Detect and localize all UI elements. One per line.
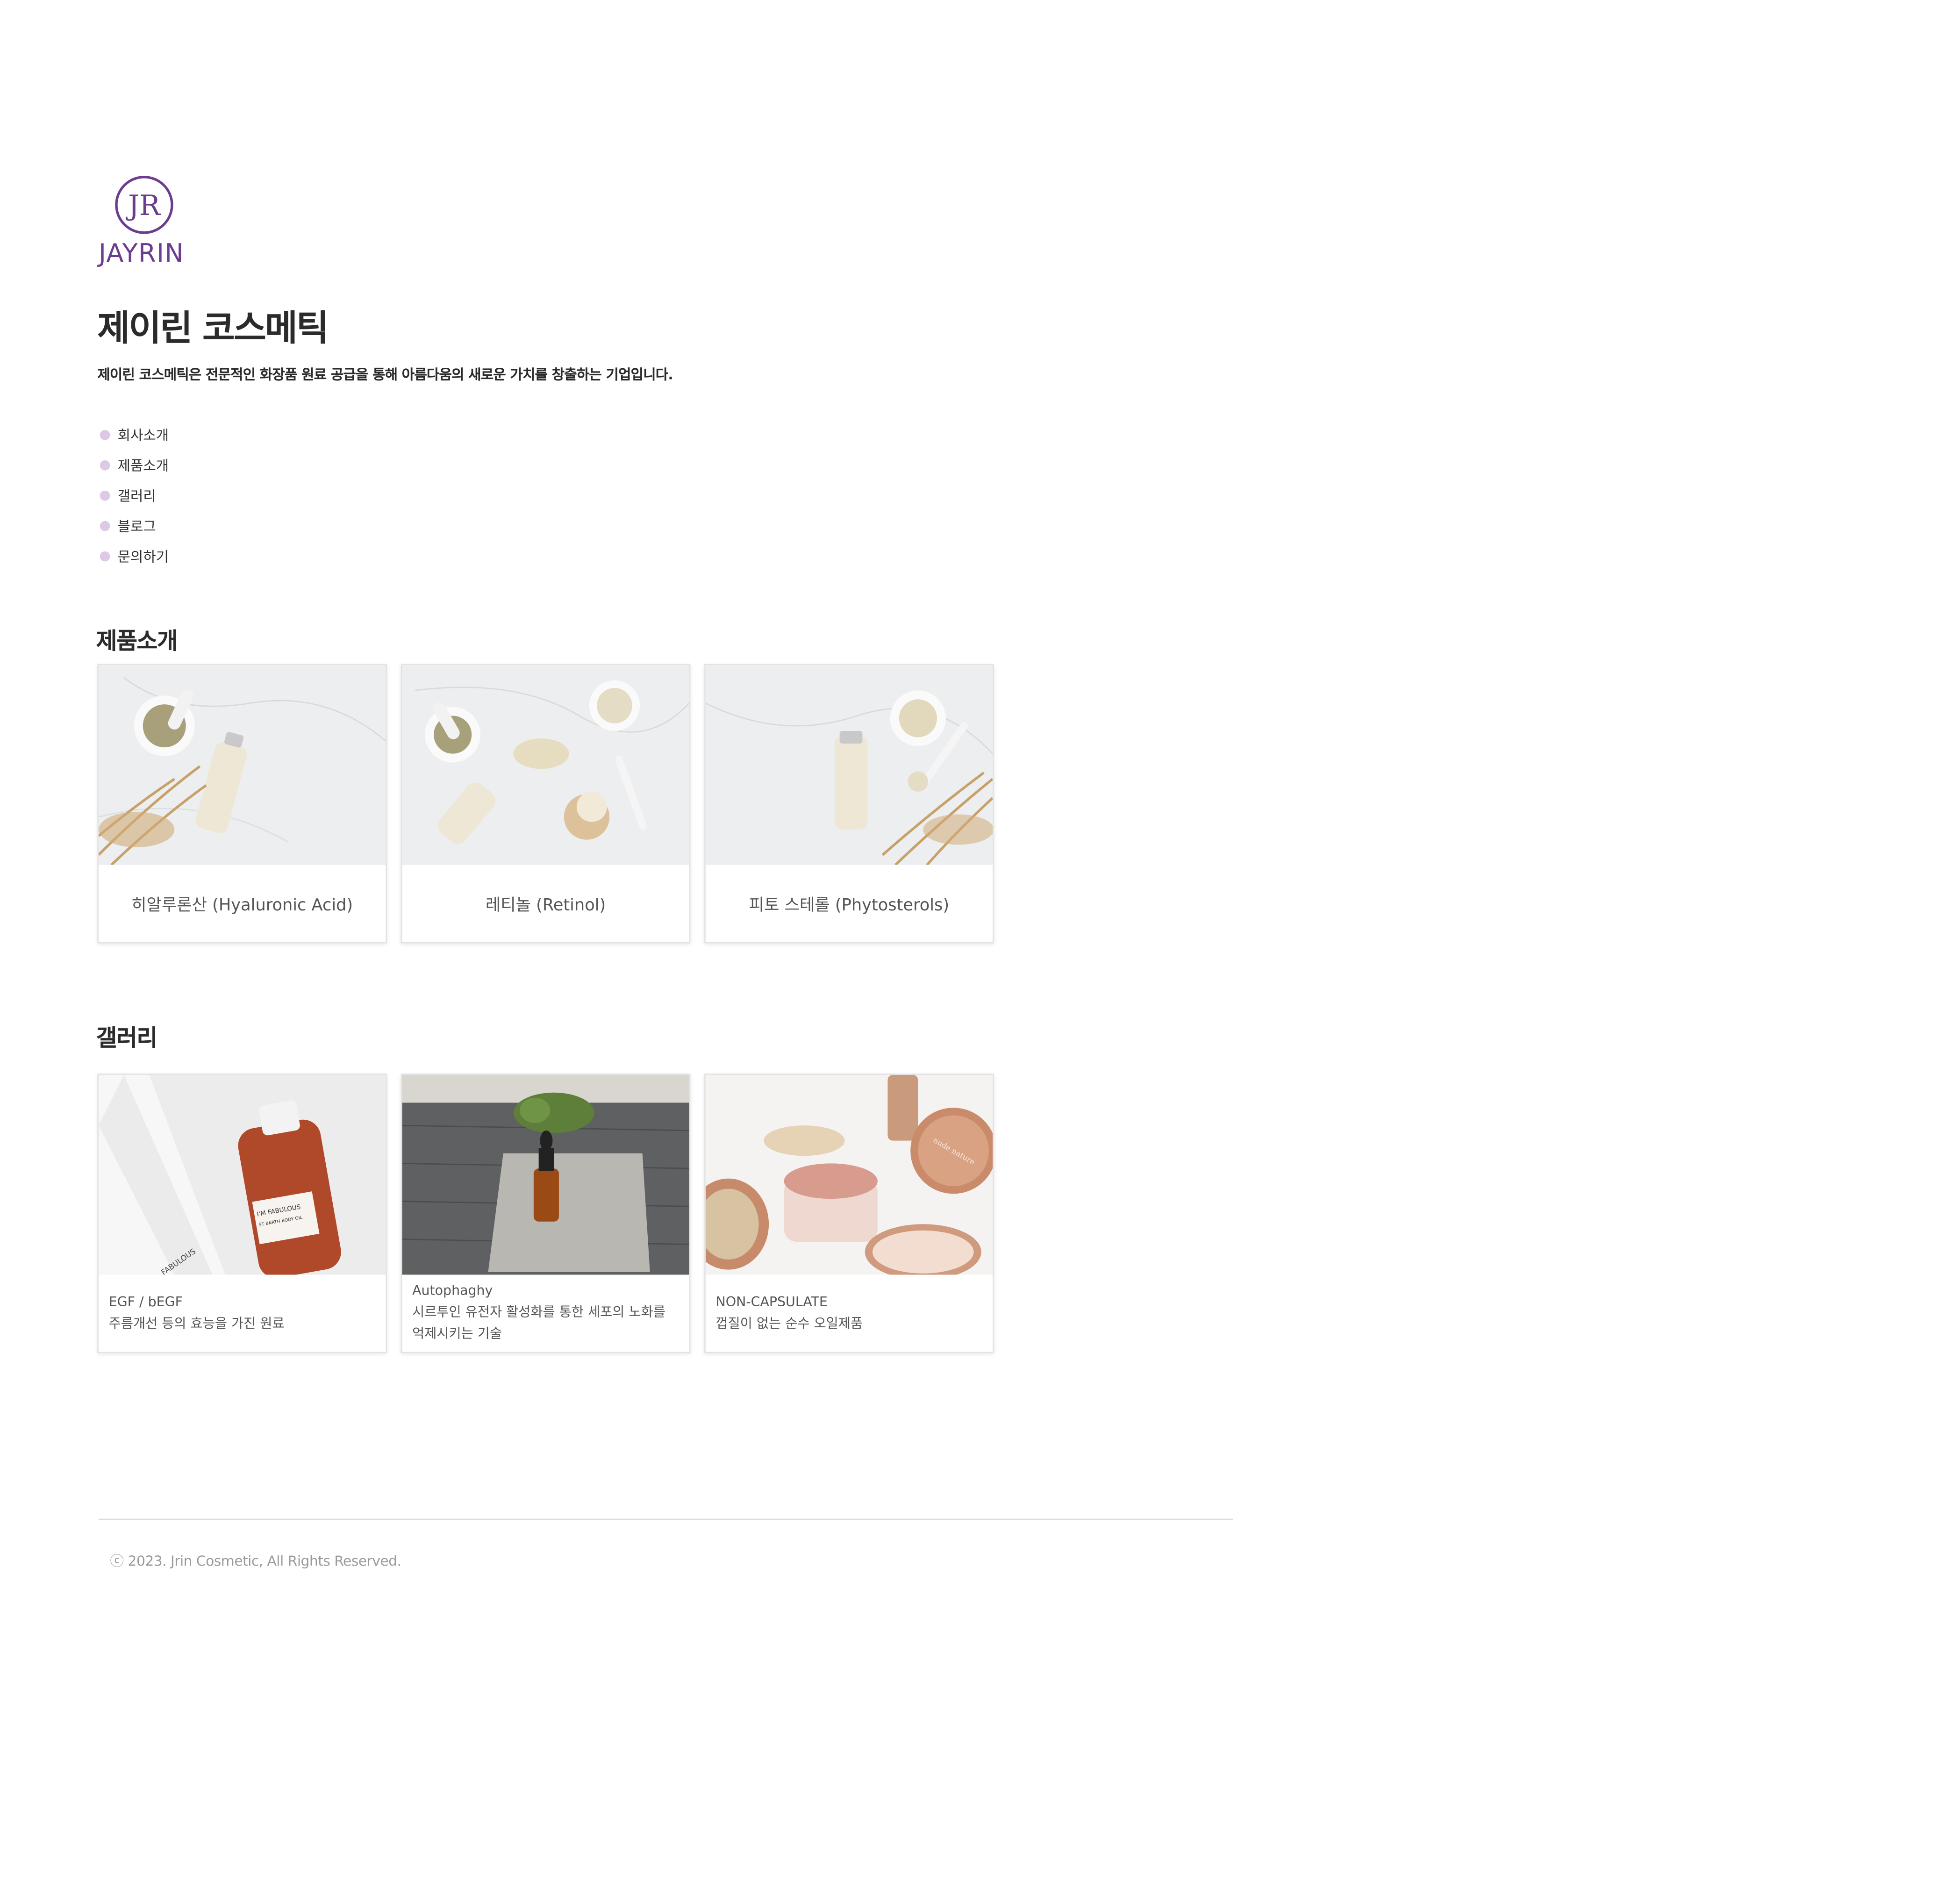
product-name: 레티놀 (Retinol) bbox=[485, 896, 606, 916]
gallery-image bbox=[402, 1074, 689, 1275]
page-title: 제이린 코스메틱 bbox=[97, 307, 329, 349]
gallery-card-autophagy[interactable]: Autophaghy 시르투인 유전자 활성화를 통한 세포의 노화를 억제시키… bbox=[401, 1074, 691, 1353]
gallery-card-egf[interactable]: I'M FABULOUS ST BARTH BODY OIL FABULOUS … bbox=[97, 1074, 387, 1353]
bullet-icon bbox=[100, 430, 110, 440]
bullet-icon bbox=[100, 521, 110, 531]
nav-item-label: 문의하기 bbox=[117, 549, 169, 566]
gallery-description: 주름개선 등의 효능을 가진 원료 bbox=[108, 1316, 285, 1331]
product-name: 피토 스테롤 (Phytosterols) bbox=[749, 896, 950, 916]
bullet-icon bbox=[100, 490, 110, 501]
nav-item-label: 갤러리 bbox=[117, 488, 156, 505]
gallery-description: 시르투인 유전자 활성화를 통한 세포의 노화를 억제시키는 기술 bbox=[412, 1305, 665, 1342]
company-intro: 제이린 코스메틱은 전문적인 화장품 원료 공급을 통해 아름다움의 새로운 가… bbox=[97, 366, 673, 383]
product-card-retinol[interactable]: 레티놀 (Retinol) bbox=[401, 664, 691, 944]
nav-item-label: 블로그 bbox=[117, 518, 156, 535]
gallery-heading: 갤러리 bbox=[96, 1025, 158, 1052]
gallery-title: Autophaghy bbox=[412, 1283, 493, 1299]
product-card-phytosterols[interactable]: 피토 스테롤 (Phytosterols) bbox=[704, 664, 994, 944]
gallery-caption: NON-CAPSULATE 껍질이 없는 순수 오일제품 bbox=[715, 1274, 981, 1352]
products-heading: 제품소개 bbox=[96, 628, 178, 655]
product-name: 히알루론산 (Hyaluronic Acid) bbox=[131, 896, 353, 916]
gallery-image: nude nature bbox=[705, 1074, 993, 1275]
jr-monogram-icon: JR bbox=[115, 176, 173, 234]
nav-item-contact[interactable]: 문의하기 bbox=[100, 541, 169, 572]
copyright-text: ⓒ 2023. Jrin Cosmetic, All Rights Reserv… bbox=[110, 1553, 401, 1569]
footer-divider bbox=[99, 1518, 1233, 1520]
product-image bbox=[705, 665, 993, 865]
nav-item-gallery[interactable]: 갤러리 bbox=[100, 480, 169, 511]
main-nav: 회사소개 제품소개 갤러리 블로그 문의하기 bbox=[100, 420, 169, 572]
gallery-title: NON-CAPSULATE bbox=[715, 1294, 828, 1310]
gallery-description: 껍질이 없는 순수 오일제품 bbox=[715, 1316, 863, 1331]
logo-wordmark: JAYRIN bbox=[99, 237, 185, 268]
product-card-hyaluronic[interactable]: 히알루론산 (Hyaluronic Acid) bbox=[97, 664, 387, 944]
gallery-caption: Autophaghy 시르투인 유전자 활성화를 통한 세포의 노화를 억제시키… bbox=[412, 1274, 678, 1352]
product-image bbox=[402, 665, 689, 865]
nav-item-blog[interactable]: 블로그 bbox=[100, 511, 169, 541]
nav-item-about[interactable]: 회사소개 bbox=[100, 420, 169, 450]
gallery-caption: EGF / bEGF 주름개선 등의 효능을 가진 원료 bbox=[109, 1274, 374, 1352]
gallery-image: I'M FABULOUS ST BARTH BODY OIL FABULOUS bbox=[99, 1074, 386, 1275]
nav-item-label: 제품소개 bbox=[117, 458, 169, 474]
nav-item-products[interactable]: 제품소개 bbox=[100, 450, 169, 480]
nav-item-label: 회사소개 bbox=[117, 427, 169, 444]
gallery-title: EGF / bEGF bbox=[108, 1294, 183, 1310]
product-image bbox=[99, 665, 386, 865]
gallery-card-noncapsulate[interactable]: nude nature NON-CAPSULATE 껍질이 없는 순수 오일제품 bbox=[704, 1074, 994, 1353]
bullet-icon bbox=[100, 551, 110, 562]
bullet-icon bbox=[100, 460, 110, 471]
logo-monogram: JR bbox=[126, 190, 161, 222]
